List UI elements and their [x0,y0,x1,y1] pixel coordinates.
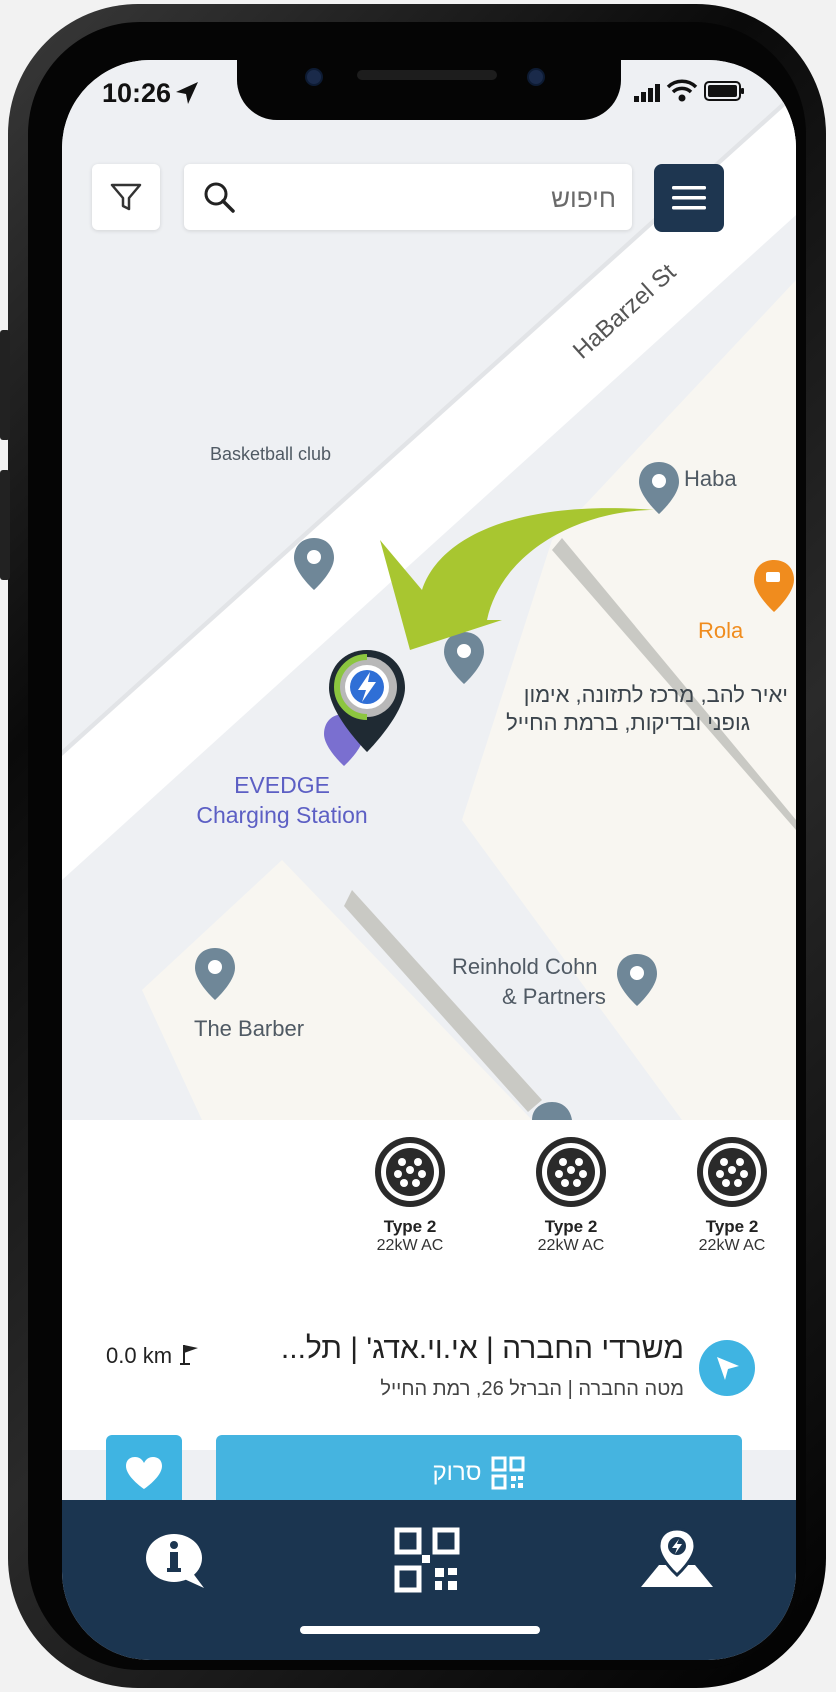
station-name[interactable]: משרדי החברה | אי.וי.אדג' | תל... [281,1332,684,1366]
station-address: מטה החברה | הברזל 26, רמת החייל [380,1378,684,1400]
navigate-button[interactable] [699,1340,755,1396]
volume-up-button [0,330,10,440]
connector-power: 22kW AC [698,1237,766,1254]
type2-connector-icon [536,1137,606,1207]
signal-icon [634,84,660,102]
type2-connector-icon [375,1137,445,1207]
connector-item[interactable]: Type 2 22kW AC [682,1134,782,1255]
home-indicator[interactable] [300,1626,540,1634]
location-arrow-icon [176,82,198,104]
qr-scan-icon [394,1527,460,1593]
status-time: 10:26 [102,78,172,108]
connector-type: Type 2 [705,1217,759,1236]
station-bottom-sheet: Type 2 22kW AC Type 2 22kW AC Type 2 22k… [62,1120,796,1549]
phone-screen: HaBarzel St Basketball club Haba Rola יא… [62,60,796,1660]
station-distance: 0.0 km [106,1342,202,1369]
status-bar: 10:26 [62,60,796,130]
filter-icon [110,183,142,211]
info-icon [146,1534,204,1588]
volume-down-button [0,470,10,580]
type2-connector-icon [697,1137,767,1207]
poi-label-rola: Rola [698,618,744,643]
battery-icon [704,81,744,101]
heart-icon [126,1457,162,1489]
connector-type: Type 2 [544,1217,598,1236]
bottom-tab-bar [62,1500,796,1660]
poi-label-haba: Haba [684,466,737,491]
connector-power: 22kW AC [537,1237,605,1254]
connector-power: 22kW AC [376,1237,444,1254]
poi-label-evedge-1: EVEDGE [234,772,330,798]
flag-icon [180,1345,199,1365]
speaker [357,70,497,80]
search-icon [204,182,235,213]
tab-scan[interactable] [382,1520,472,1600]
poi-label-reinhold-2: & Partners [502,984,606,1009]
qr-code-icon [491,1456,525,1490]
poi-label-barber: The Barber [194,1016,305,1041]
navigation-arrow-icon [717,1357,739,1380]
face-sensor [527,68,545,86]
tab-info[interactable] [132,1520,222,1600]
tab-map[interactable] [632,1520,722,1600]
connector-item[interactable]: Type 2 22kW AC [521,1134,621,1255]
distance-value: 0.0 km [106,1343,173,1368]
search-bar[interactable] [184,164,632,230]
poi-label-yair-1: יאיר להב, מרכז לתזונה, אימון [523,682,788,707]
wifi-icon [666,79,698,102]
hamburger-icon [672,186,706,210]
map-location-icon [641,1527,713,1587]
connector-type: Type 2 [383,1217,437,1236]
poi-label-reinhold-1: Reinhold Cohn [452,954,598,979]
poi-label-yair-2: גופני ובדיקות, ברמת החייל [506,710,750,735]
filter-button[interactable] [92,164,160,230]
scan-label: סרוק [432,1459,482,1486]
search-input[interactable] [254,176,618,220]
connector-item[interactable]: Type 2 22kW AC [360,1134,460,1255]
menu-button[interactable] [654,164,724,232]
front-camera [305,68,323,86]
notch [237,60,621,120]
poi-label-basketball: Basketball club [210,444,332,464]
poi-label-evedge-2: Charging Station [196,802,368,828]
